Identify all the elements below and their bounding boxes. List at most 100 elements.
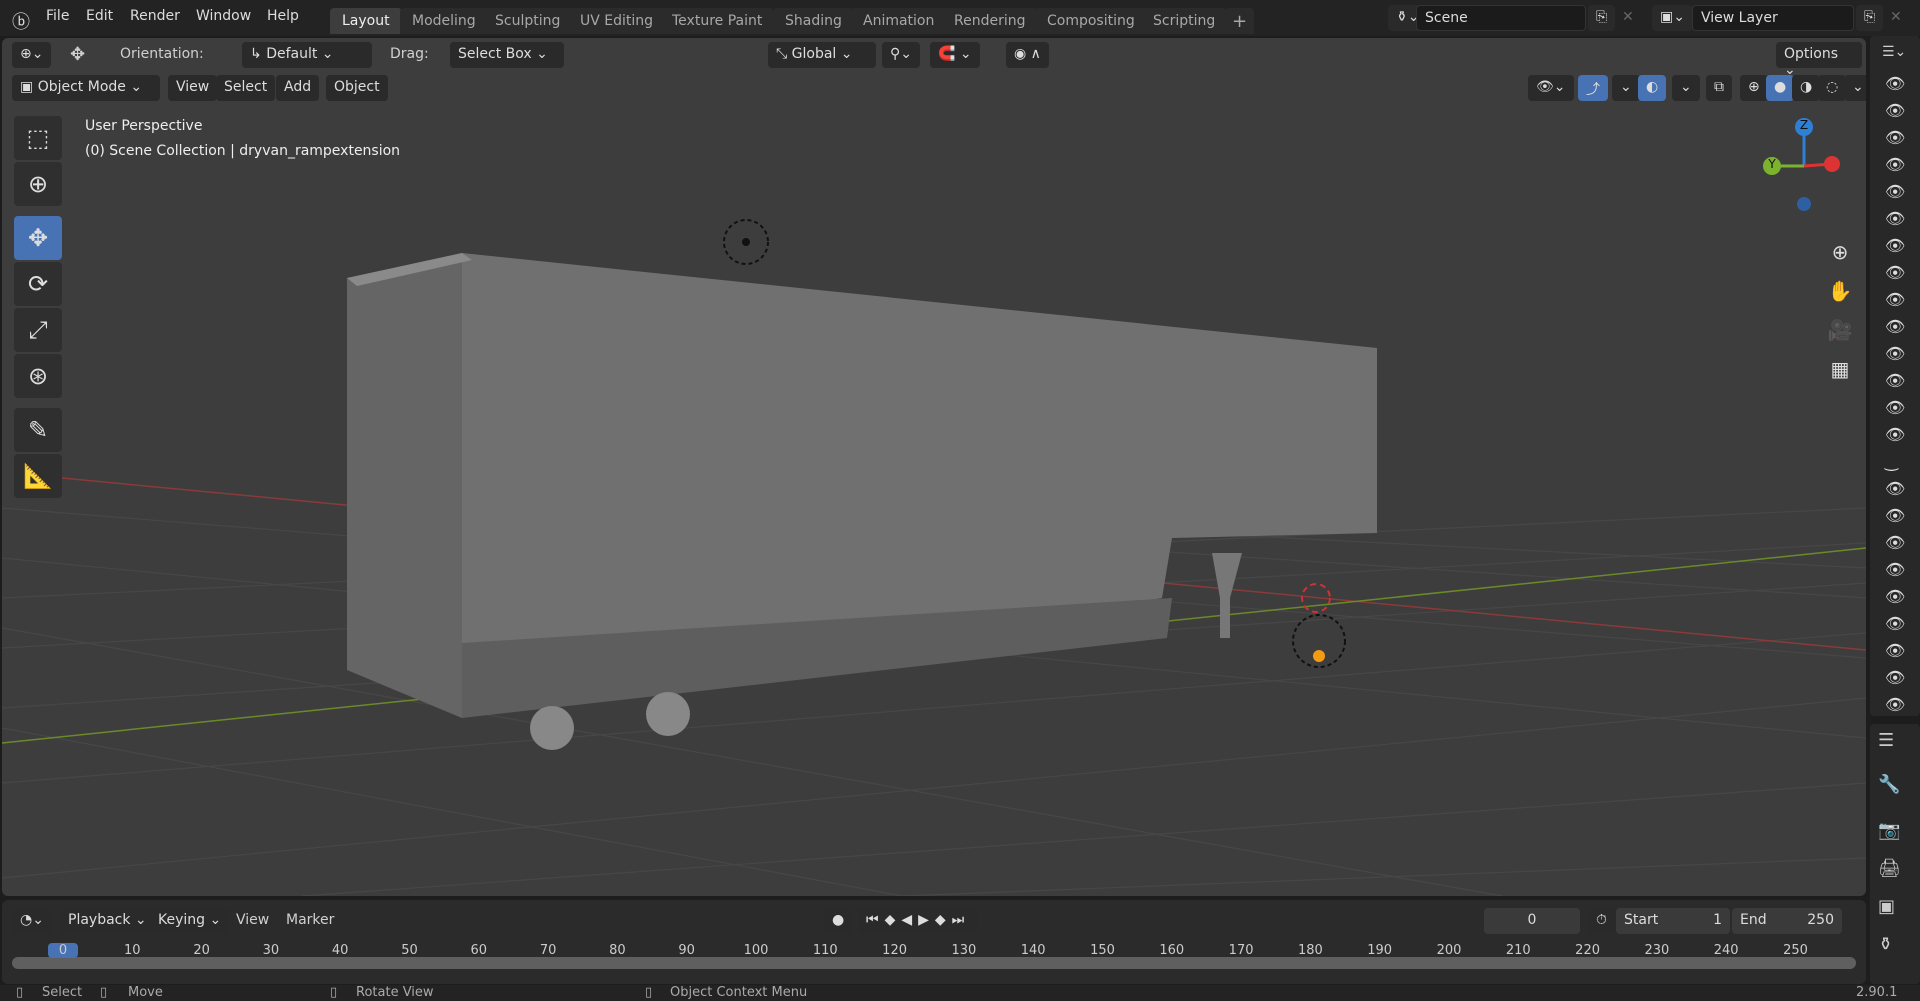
menu-object[interactable]: Object [326,75,388,101]
gizmo-z[interactable]: Z [1795,118,1813,136]
add-workspace-button[interactable]: + [1225,8,1255,34]
xray-icon[interactable]: ⧉ [1706,75,1732,101]
visibility-eye-icon[interactable]: 👁 [1885,101,1905,120]
tab-sculpting[interactable]: Sculpting [483,8,573,34]
annotate-tool[interactable]: ✎ [14,408,62,452]
perspective-toggle-icon[interactable]: ▦ [1822,351,1858,387]
visibility-eye-icon[interactable]: 👁 [1885,533,1905,552]
visibility-eye-icon[interactable]: 👁 [1885,425,1905,444]
visibility-eye-icon[interactable]: 👁 [1885,641,1905,660]
drag-dropdown[interactable]: Select Box ⌄ [450,42,564,68]
timeline-marker-menu[interactable]: Marker [286,912,334,928]
navigation-gizmo[interactable]: Z Y [1760,118,1850,218]
timeline-scrollbar[interactable] [12,957,1856,969]
3d-viewport[interactable]: ⊕⌄ ✥ Orientation: ↳ Default ⌄ Drag: Sele… [2,38,1866,896]
visibility-eye-icon[interactable]: 👁 [1885,398,1905,417]
visibility-eye-icon[interactable]: 👁 [1885,587,1905,606]
visibility-eye-icon[interactable]: 👁 [1885,209,1905,228]
pivot-icon[interactable]: ⚲⌄ [882,42,920,68]
tab-uv-editing[interactable]: UV Editing [568,8,666,34]
visibility-eye-icon[interactable]: 👁 [1885,695,1905,714]
pan-hand-icon[interactable]: ✋ [1822,273,1858,309]
view-layer-properties-icon[interactable]: ▣ [1878,896,1895,917]
visibility-eye-icon[interactable]: 👁 [1885,290,1905,309]
delete-view-layer-icon[interactable]: ✕ [1890,9,1902,25]
wireframe-shading-icon[interactable]: ⊕ [1740,75,1768,101]
material-shading-icon[interactable]: ◑ [1792,75,1821,101]
visibility-eye-icon[interactable]: 👁 [1885,155,1905,174]
orientation-dropdown[interactable]: ↳ Default ⌄ [242,42,372,68]
menu-view[interactable]: View [168,75,218,101]
menu-file[interactable]: File [46,8,69,24]
visibility-eye-icon[interactable]: 👁 [1885,344,1905,363]
scale-tool[interactable]: ⤢ [14,308,62,352]
current-frame-field[interactable]: 0 [1484,908,1580,934]
tab-shading[interactable]: Shading [773,8,854,34]
properties-editor-icon[interactable]: ☰ [1878,730,1894,751]
solid-shading-icon[interactable]: ● [1766,75,1795,101]
menu-window[interactable]: Window [196,8,251,24]
visibility-eye-icon[interactable]: 👁 [1885,668,1905,687]
menu-add[interactable]: Add [276,75,320,101]
select-box-tool[interactable]: ⬚ [14,116,62,160]
delete-scene-icon[interactable]: ✕ [1622,9,1634,25]
rotate-tool[interactable]: ⟳ [14,262,62,306]
view-layer-icon[interactable]: ▣⌄ [1652,5,1693,31]
render-properties-icon[interactable]: 📷 [1878,820,1900,841]
visibility-eye-icon[interactable]: 👁 [1885,317,1905,336]
measure-tool[interactable]: 📐 [14,454,62,498]
visibility-eye-icon[interactable]: 👁 [1885,74,1905,93]
gizmo-dropdown[interactable]: ⌄ [1612,75,1640,101]
new-view-layer-icon[interactable]: ⎘ [1856,5,1884,31]
tab-scripting[interactable]: Scripting [1141,8,1228,34]
tab-animation[interactable]: Animation [851,8,947,34]
options-dropdown[interactable]: Options ⌄ [1776,42,1862,78]
camera-view-icon[interactable]: 🎥 [1822,312,1858,348]
blender-logo-icon[interactable]: ⓑ [12,8,30,34]
rendered-shading-icon[interactable]: ◌ [1818,75,1847,101]
visibility-eye-icon[interactable]: 👁 [1885,506,1905,525]
new-scene-icon[interactable]: ⎘ [1588,5,1616,31]
timeline[interactable]: ◔⌄ Playback ⌄ Keying ⌄ View Marker ● ⏮◆◀… [2,900,1866,984]
menu-help[interactable]: Help [267,8,299,24]
visibility-eye-icon[interactable]: 👁 [1885,371,1905,390]
tab-compositing[interactable]: Compositing [1035,8,1147,34]
tab-modeling[interactable]: Modeling [400,8,488,34]
overlay-toggle-icon[interactable]: ◐ [1638,75,1667,101]
clock-icon[interactable]: ⏱ [1588,908,1615,934]
snap-icon[interactable]: 🧲 ⌄ [930,42,980,68]
playback-dropdown[interactable]: Playback ⌄ [60,908,155,934]
tab-layout[interactable]: Layout [330,8,402,34]
gizmo-toggle-icon[interactable]: ⤴ [1578,75,1608,101]
keying-dropdown[interactable]: Keying ⌄ [150,908,230,934]
output-properties-icon[interactable]: 🖨 [1878,858,1901,879]
transform-tool[interactable]: ⊛ [14,354,62,398]
timeline-view-menu[interactable]: View [236,912,269,928]
mode-dropdown[interactable]: ▣ Object Mode ⌄ [12,75,160,101]
scene-properties-icon[interactable]: ⚱ [1878,934,1893,955]
proportional-edit-icon[interactable]: ◉ ∧ [1006,42,1049,68]
timeline-editor-icon[interactable]: ◔⌄ [12,908,52,934]
visibility-eye-icon[interactable]: 👁 [1885,479,1905,498]
move-tool[interactable]: ✥ [14,216,62,260]
visibility-eye-icon[interactable]: 👁 [1885,182,1905,201]
tab-texture-paint[interactable]: Texture Paint [660,8,775,34]
start-frame-field[interactable]: Start 1 [1616,908,1730,934]
outliner-editor-icon[interactable]: ☰⌄ [1882,44,1906,60]
visibility-eye-icon[interactable]: 👁 [1885,263,1905,282]
scene-field[interactable]: Scene [1416,5,1586,31]
view-layer-field[interactable]: View Layer [1692,5,1854,31]
menu-select[interactable]: Select [216,75,276,101]
tab-rendering[interactable]: Rendering [942,8,1038,34]
editor-type-button[interactable]: ⊕⌄ [12,42,52,68]
transform-orientation-dropdown[interactable]: ⤡ Global ⌄ [768,42,876,68]
visibility-eye-icon[interactable]: 👁 [1885,560,1905,579]
menu-edit[interactable]: Edit [86,8,113,24]
visibility-eye-icon[interactable]: 👁 [1885,614,1905,633]
menu-render[interactable]: Render [130,8,180,24]
overlay-dropdown[interactable]: ⌄ [1672,75,1700,101]
record-button[interactable]: ● [824,908,853,934]
visibility-eye-icon[interactable]: 👁 [1885,128,1905,147]
gizmo-y[interactable]: Y [1763,157,1781,175]
zoom-icon[interactable]: ⊕ [1822,234,1858,270]
